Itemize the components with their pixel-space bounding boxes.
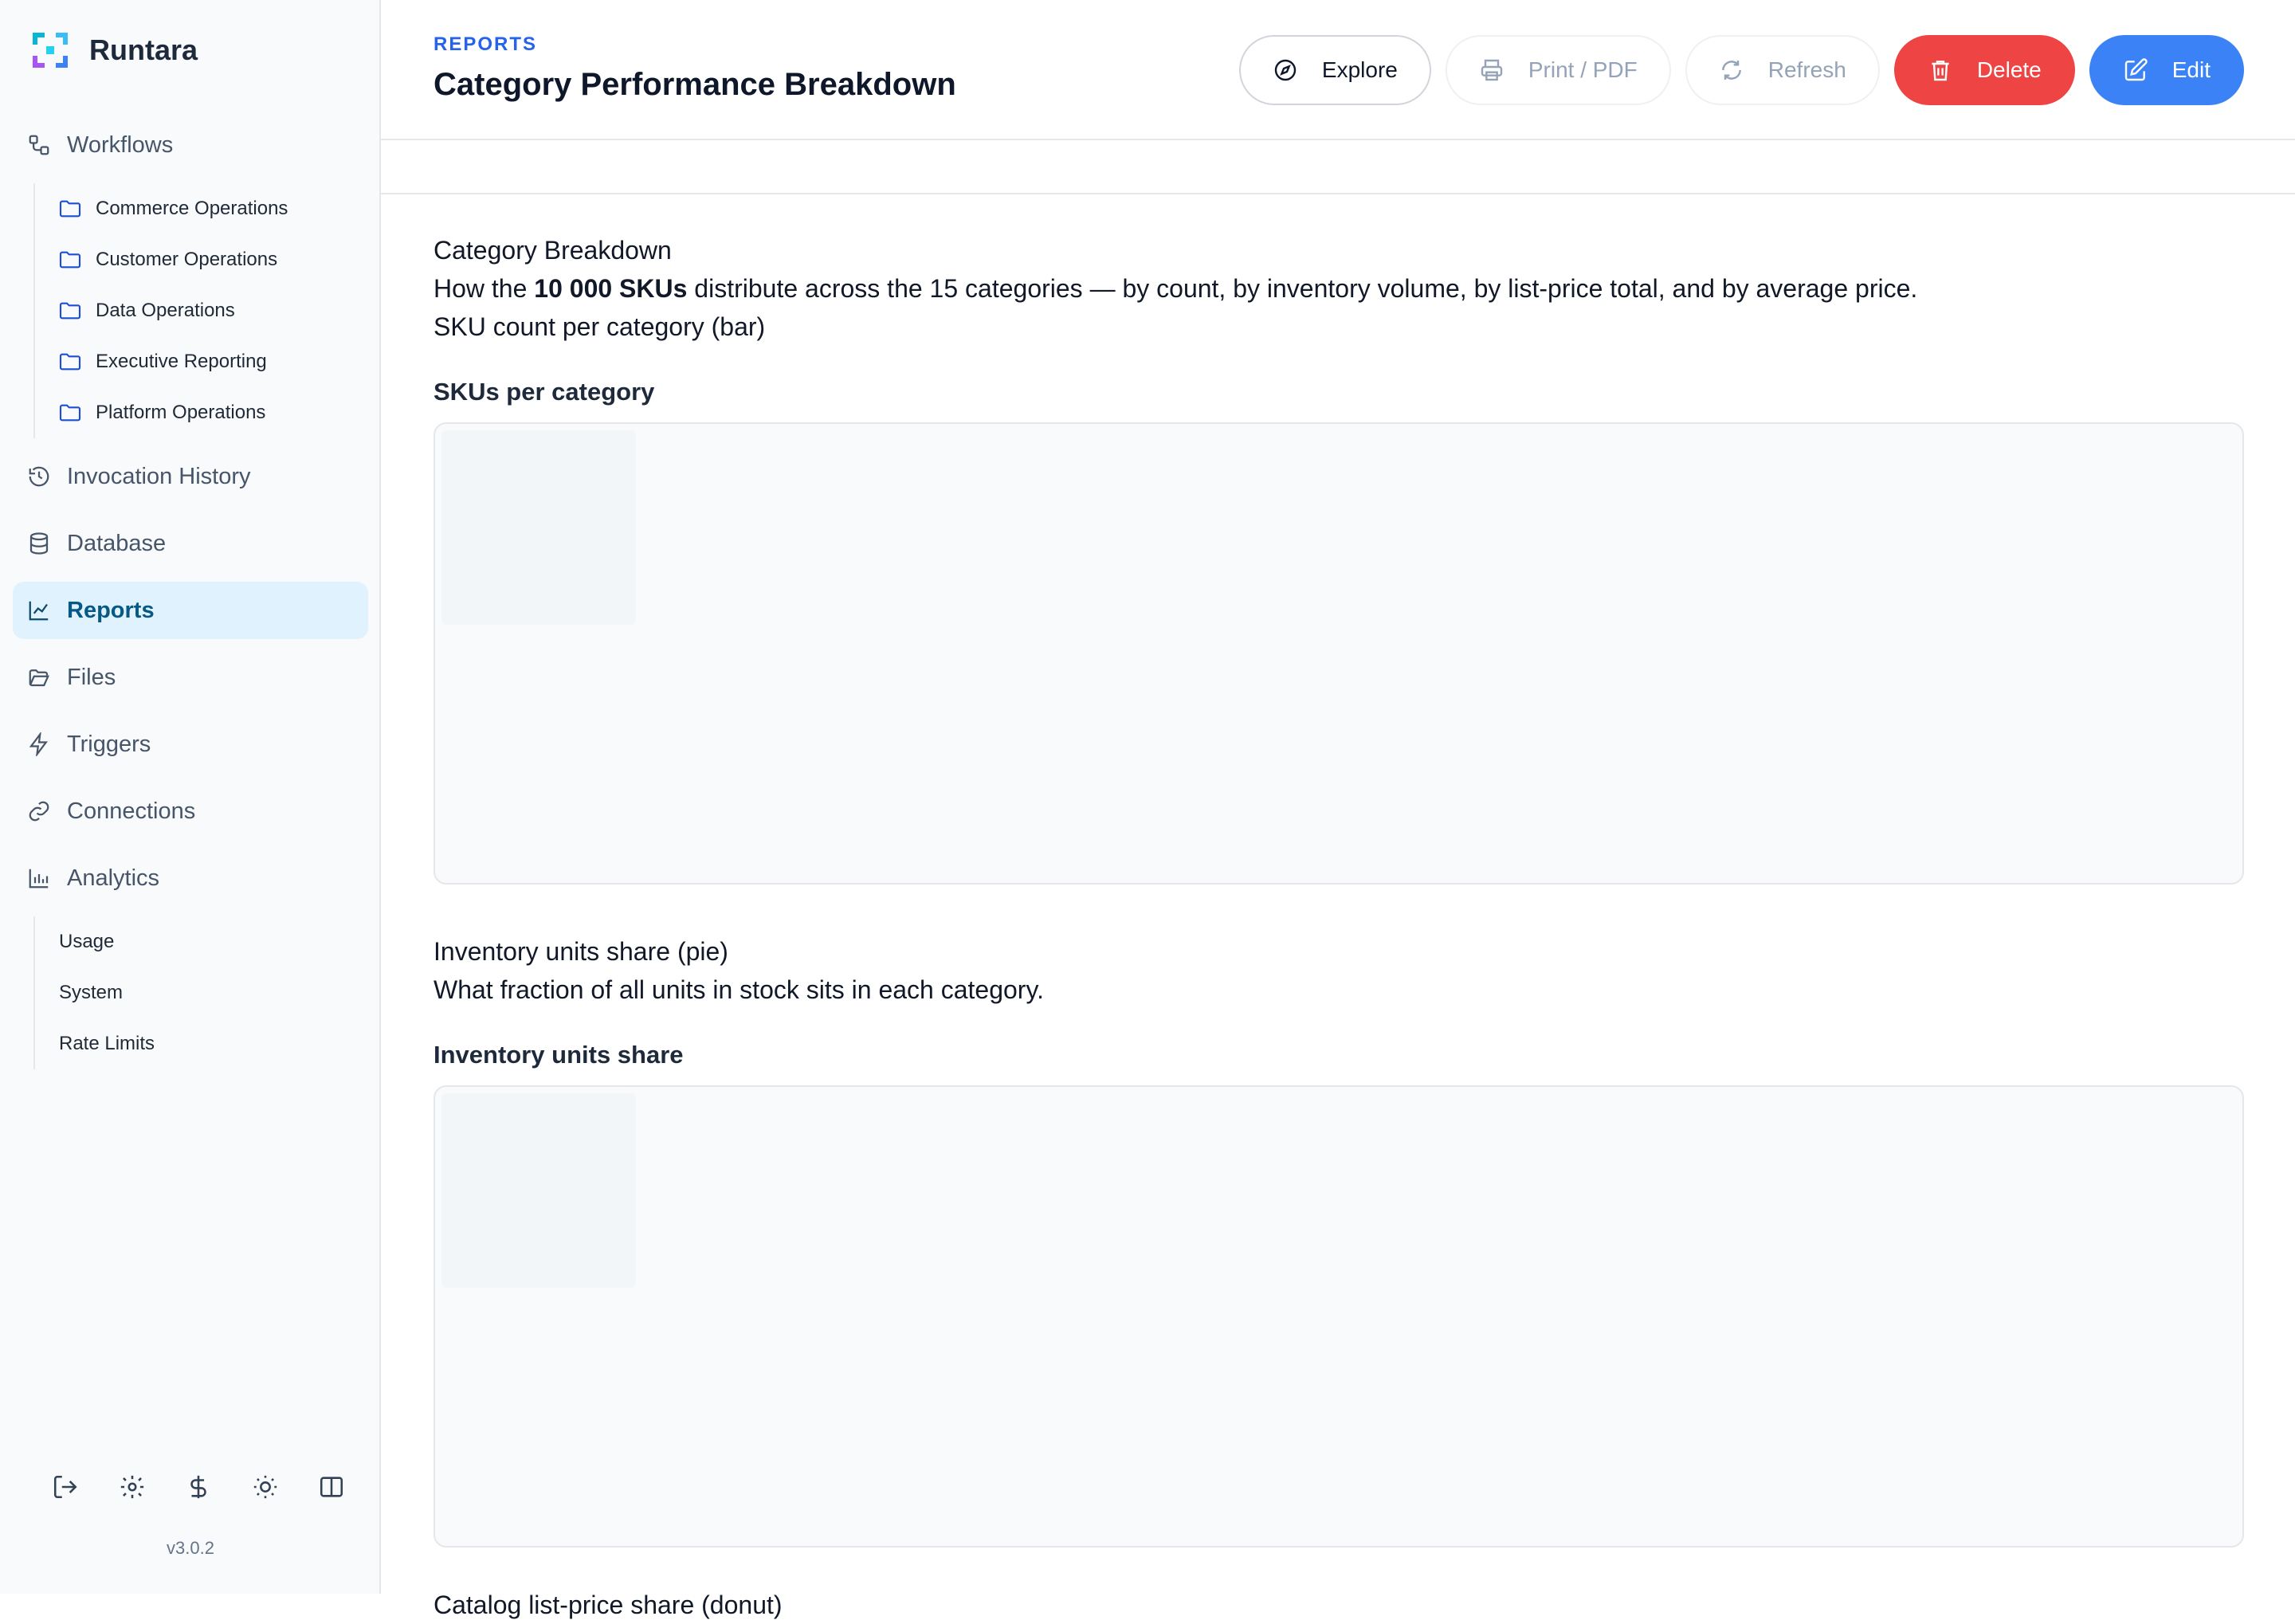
split-panel-icon[interactable] xyxy=(314,1469,349,1504)
gear-icon[interactable] xyxy=(115,1469,150,1504)
folder-open-icon xyxy=(26,664,53,691)
folder-icon xyxy=(57,348,84,375)
printer-icon xyxy=(1481,59,1503,81)
sidebar-item-label: Triggers xyxy=(67,731,151,757)
donut-chart-caption: Catalog list-price share (donut) xyxy=(434,1591,783,1619)
description-suffix: distribute across the 15 categories — by… xyxy=(687,274,1918,303)
analytics-system[interactable]: System xyxy=(59,967,368,1018)
chart-loading-skeleton xyxy=(441,430,636,625)
sidebar-item-label: Analytics xyxy=(67,865,160,891)
bar-chart-icon xyxy=(26,865,53,892)
sidebar-footer: v3.0.2 xyxy=(0,1458,381,1594)
report-description: How the 10 000 SKUs distribute across th… xyxy=(434,269,2244,308)
description-prefix: How the xyxy=(434,274,535,303)
print-label: Print / PDF xyxy=(1528,57,1638,82)
logout-icon[interactable] xyxy=(48,1469,83,1504)
trash-icon xyxy=(1932,61,1949,81)
refresh-icon xyxy=(1721,61,1741,80)
sidebar-item-label: Invocation History xyxy=(67,463,251,489)
pie-chart-caption: Inventory units share (pie) xyxy=(434,937,728,966)
folder-icon xyxy=(57,195,84,222)
sun-icon[interactable] xyxy=(248,1469,283,1504)
link-icon xyxy=(26,798,53,825)
sidebar-item-label: Database xyxy=(67,530,167,556)
edit-button[interactable]: Edit xyxy=(2089,35,2244,105)
main: REPORTS Category Performance Breakdown E… xyxy=(381,0,2295,1619)
app: Runtara Workflows Commerce Operations Cu… xyxy=(0,0,2295,1619)
page-header: REPORTS Category Performance Breakdown E… xyxy=(381,0,2295,140)
folder-icon xyxy=(57,246,84,273)
version-label: v3.0.2 xyxy=(167,1538,214,1558)
folder-icon xyxy=(57,399,84,426)
history-icon xyxy=(26,463,53,490)
bar-chart-title: SKUs per category xyxy=(434,378,655,406)
explore-label: Explore xyxy=(1321,57,1398,82)
runtara-logo-icon xyxy=(33,33,68,68)
sidebar-item-label: Connections xyxy=(67,798,196,824)
section-title: Category Breakdown xyxy=(434,236,672,265)
header-actions: Explore Print / PDF Refresh Delete Edit xyxy=(1225,35,2244,105)
edit-icon xyxy=(2124,58,2148,81)
breadcrumb[interactable]: REPORTS xyxy=(434,33,537,56)
sidebar-item-triggers[interactable]: Triggers xyxy=(13,716,368,773)
pie-chart-title: Inventory units share xyxy=(434,1041,684,1069)
folder-label: Platform Operations xyxy=(96,402,266,423)
sidebar-item-label: Workflows xyxy=(67,131,174,158)
sidebar-item-files[interactable]: Files xyxy=(13,649,368,706)
sidebar-item-reports[interactable]: Reports xyxy=(13,582,368,639)
explore-button[interactable]: Explore xyxy=(1238,35,1431,105)
folder-executive-reporting[interactable]: Executive Reporting xyxy=(57,336,368,387)
description-highlight: 10 000 SKUs xyxy=(534,274,688,303)
refresh-label: Refresh xyxy=(1767,57,1846,82)
bar-chart-container[interactable] xyxy=(434,422,2244,885)
folder-label: Customer Operations xyxy=(96,249,278,270)
folder-label: Executive Reporting xyxy=(96,351,267,372)
sidebar-item-label: Files xyxy=(67,664,116,690)
pie-chart-container[interactable] xyxy=(434,1085,2244,1548)
sidebar-item-analytics[interactable]: Analytics xyxy=(13,849,368,907)
sidebar-item-invocation-history[interactable]: Invocation History xyxy=(13,448,368,505)
compass-icon xyxy=(1274,59,1297,81)
delete-label: Delete xyxy=(1976,57,2042,82)
dollar-icon[interactable] xyxy=(181,1469,216,1504)
footer-icons xyxy=(48,1469,349,1504)
folder-icon xyxy=(57,297,84,324)
folder-commerce-operations[interactable]: Commerce Operations xyxy=(57,183,368,234)
brand-name: Runtara xyxy=(89,33,198,66)
analytics-rate-limits[interactable]: Rate Limits xyxy=(59,1018,368,1069)
workflow-folders: Commerce Operations Customer Operations … xyxy=(33,183,368,438)
page-title: Category Performance Breakdown xyxy=(434,67,956,102)
sidebar-item-connections[interactable]: Connections xyxy=(13,783,368,840)
brand[interactable]: Runtara xyxy=(32,32,198,69)
folder-customer-operations[interactable]: Customer Operations xyxy=(57,234,368,285)
analytics-subnav: Usage System Rate Limits xyxy=(33,916,368,1069)
chart-loading-skeleton xyxy=(441,1093,636,1288)
sidebar: Runtara Workflows Commerce Operations Cu… xyxy=(0,0,381,1594)
sidebar-item-database[interactable]: Database xyxy=(13,515,368,572)
sub-toolbar xyxy=(381,140,2295,194)
folder-data-operations[interactable]: Data Operations xyxy=(57,285,368,336)
edit-label: Edit xyxy=(2171,57,2211,82)
report-content: Category Breakdown How the 10 000 SKUs d… xyxy=(434,231,2244,1624)
delete-button[interactable]: Delete xyxy=(1893,35,2075,105)
pie-chart-description: What fraction of all units in stock sits… xyxy=(434,975,1044,1004)
chart-line-icon xyxy=(26,597,53,624)
print-pdf-button[interactable]: Print / PDF xyxy=(1445,35,1671,105)
folder-platform-operations[interactable]: Platform Operations xyxy=(57,387,368,438)
bar-chart-caption: SKU count per category (bar) xyxy=(434,312,766,341)
folder-label: Data Operations xyxy=(96,300,235,321)
analytics-usage[interactable]: Usage xyxy=(59,916,368,967)
database-icon xyxy=(26,530,53,557)
sidebar-item-label: Reports xyxy=(67,597,155,623)
sidebar-item-workflows[interactable]: Workflows xyxy=(13,116,368,174)
sidebar-nav: Workflows Commerce Operations Customer O… xyxy=(13,116,368,1079)
folder-label: Commerce Operations xyxy=(96,198,288,219)
lightning-icon xyxy=(26,731,53,758)
refresh-button[interactable]: Refresh xyxy=(1685,35,1880,105)
workflow-icon xyxy=(26,131,53,159)
